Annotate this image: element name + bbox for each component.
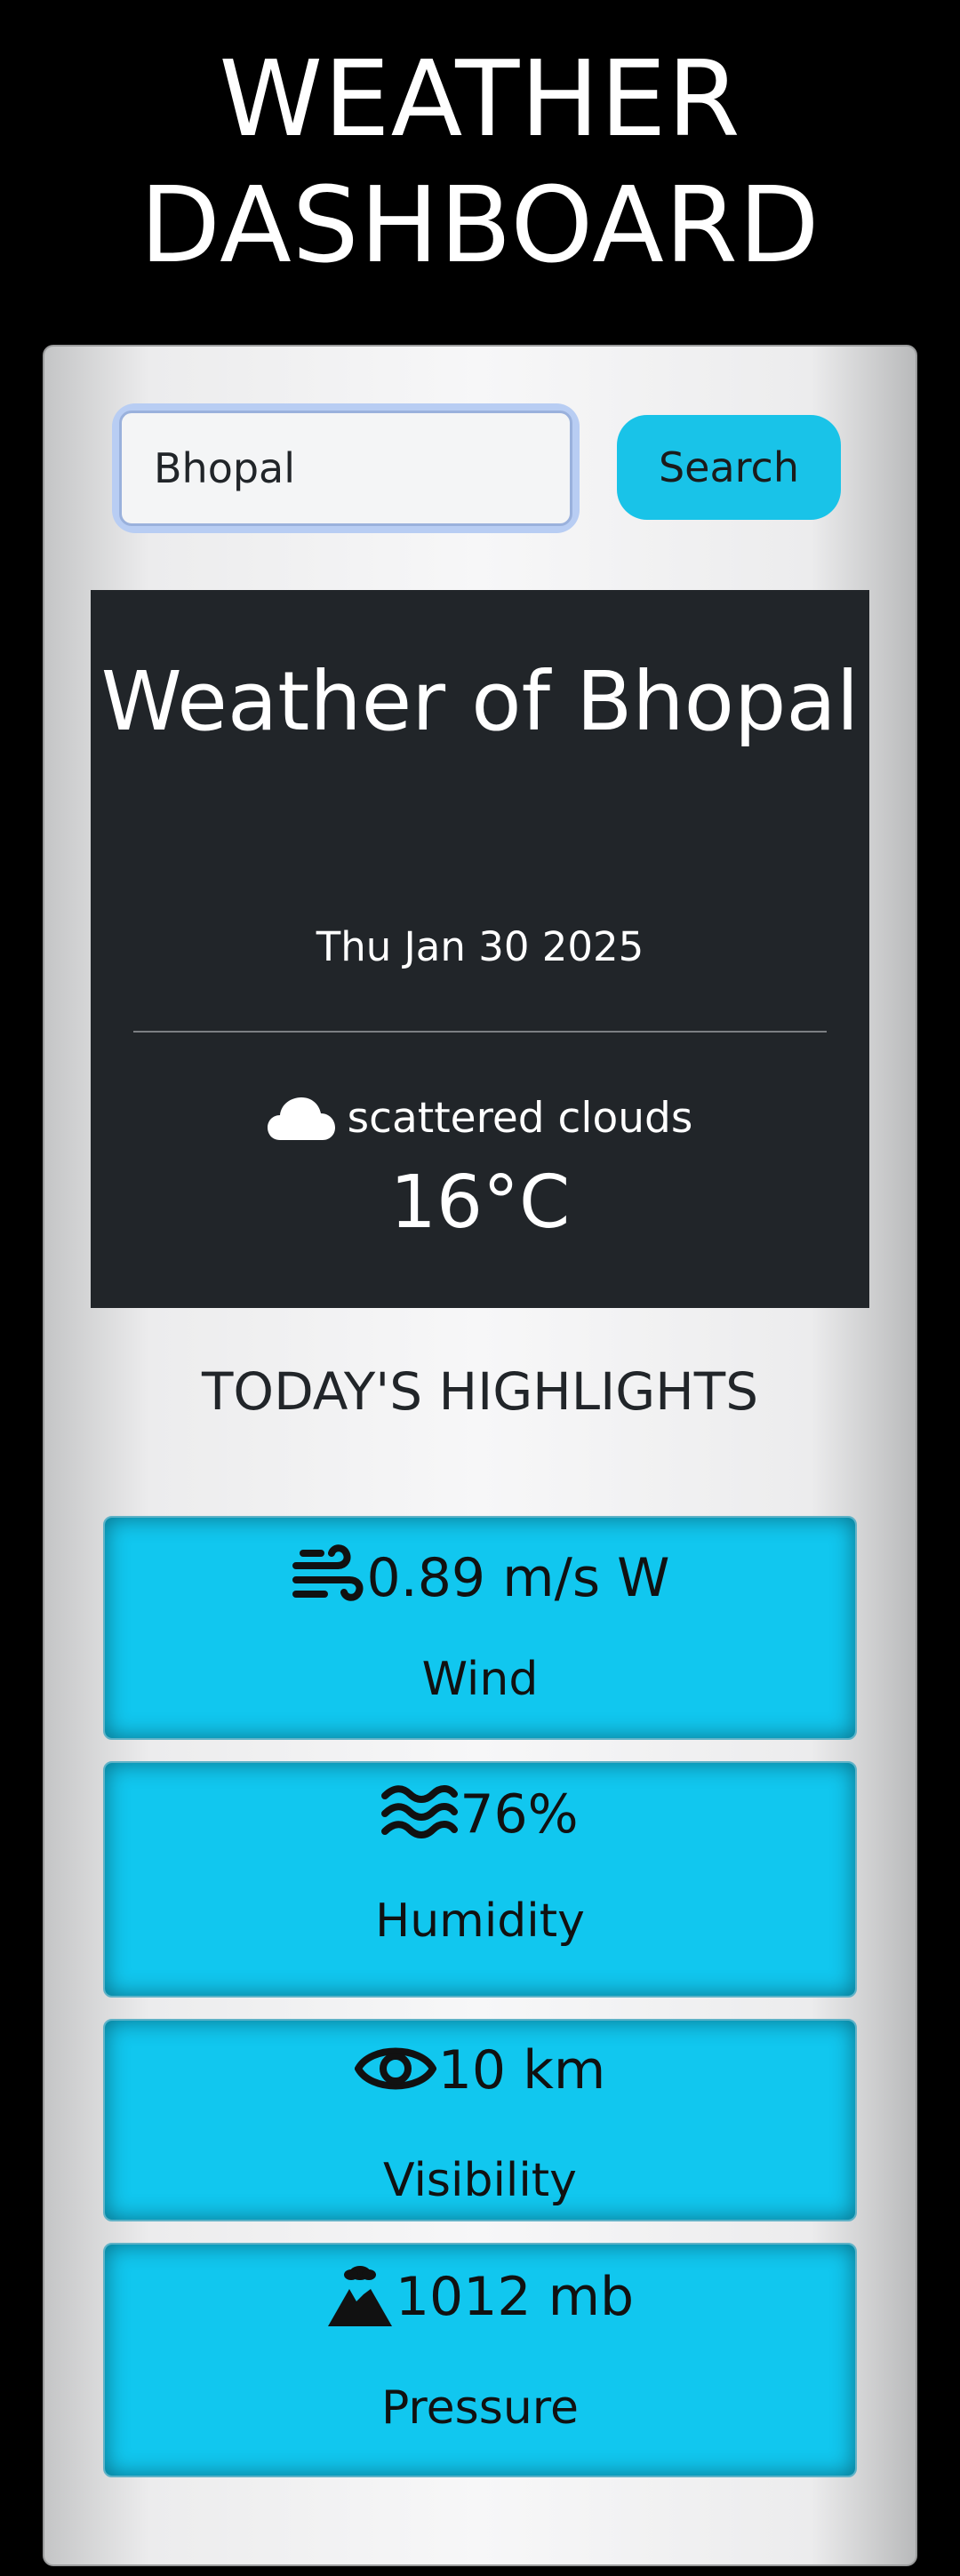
- humidity-value: 76%: [460, 1783, 579, 1846]
- highlight-card-pressure: 1012 mb Pressure: [103, 2243, 857, 2477]
- eye-icon: [354, 2037, 437, 2104]
- city-weather-title: Weather of Bhopal: [100, 654, 860, 749]
- highlight-card-wind: 0.89 m/s W Wind: [103, 1516, 857, 1740]
- condition-row: scattered clouds: [91, 1088, 869, 1150]
- wind-label: Wind: [421, 1653, 539, 1706]
- wind-icon: [291, 1543, 365, 1614]
- highlights-title: TODAY'S HIGHLIGHTS: [201, 1361, 759, 1422]
- highlight-card-visibility: 10 km Visibility: [103, 2019, 857, 2221]
- visibility-label: Visibility: [383, 2154, 577, 2207]
- wind-value: 0.89 m/s W: [366, 1547, 670, 1609]
- highlight-value-row: 0.89 m/s W: [105, 1543, 855, 1614]
- highlight-value-row: 10 km: [105, 2037, 855, 2104]
- search-button[interactable]: Search: [617, 415, 841, 520]
- pressure-value: 1012 mb: [395, 2266, 635, 2328]
- highlight-value-row: 76%: [105, 1782, 855, 1846]
- highlight-card-humidity: 76% Humidity: [103, 1761, 857, 1998]
- current-date: Thu Jan 30 2025: [316, 923, 644, 970]
- page-title: WEATHER DASHBOARD: [140, 37, 820, 286]
- condition-text: scattered clouds: [347, 1094, 693, 1143]
- humidity-label: Humidity: [375, 1894, 585, 1948]
- dashboard-container: Search Weather of Bhopal Thu Jan 30 2025…: [43, 345, 917, 2566]
- temperature: 16°C: [389, 1160, 571, 1245]
- search-input-wrapper: [119, 411, 572, 526]
- volcano-icon: [326, 2262, 394, 2332]
- visibility-value: 10 km: [437, 2039, 606, 2101]
- city-search-input[interactable]: [119, 411, 572, 526]
- water-icon: [381, 1785, 459, 1844]
- cloud-icon: [267, 1096, 335, 1142]
- divider: [133, 1031, 827, 1033]
- current-weather-card: Weather of Bhopal Thu Jan 30 2025 scatte…: [91, 590, 869, 1308]
- highlight-value-row: 1012 mb: [105, 2262, 855, 2332]
- pressure-label: Pressure: [380, 2381, 580, 2435]
